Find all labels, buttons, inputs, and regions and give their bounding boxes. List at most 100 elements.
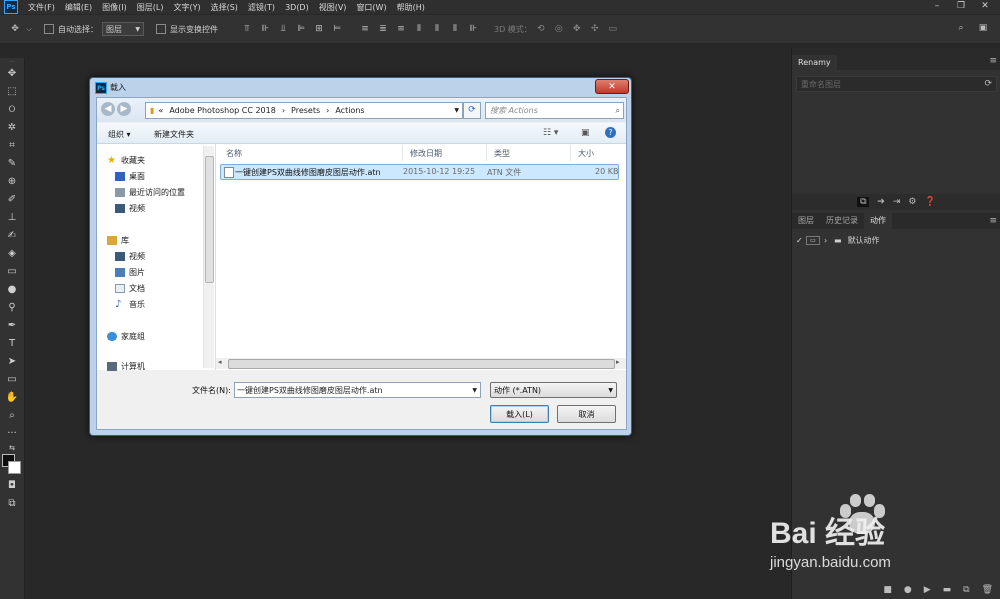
search-icon[interactable]: ⌕ <box>954 23 968 33</box>
breadcrumb-photoshop[interactable]: Adobe Photoshop CC 2018 <box>169 106 276 115</box>
column-size[interactable]: 大小 <box>574 145 618 161</box>
tab-actions[interactable]: 动作 <box>864 212 892 229</box>
nav-lib-videos[interactable]: 视频 <box>115 249 145 263</box>
rename-layer-field[interactable]: 重命名图层 ⟳ <box>796 76 997 92</box>
nav-music[interactable]: ♪ 音乐 <box>115 297 145 311</box>
distribute-top-icon[interactable]: ≡ <box>356 24 374 34</box>
forward-icon[interactable]: ▶ <box>117 102 131 116</box>
toggle-check-icon[interactable]: ✓ <box>796 236 806 245</box>
tab-layers[interactable]: 图层 <box>792 212 820 229</box>
3d-roll-icon[interactable]: ◎ <box>550 24 568 34</box>
history-brush-tool-icon[interactable]: ✍ <box>0 226 24 244</box>
search-icon[interactable]: ⌕ <box>616 106 620 116</box>
chevron-down-icon[interactable]: ⌵ <box>24 25 34 34</box>
nav-computer[interactable]: 计算机 <box>107 359 145 373</box>
column-date[interactable]: 修改日期 <box>406 145 487 161</box>
nav-scrollbar[interactable] <box>203 146 214 368</box>
file-list-hscroll-thumb[interactable] <box>228 359 615 369</box>
background-color-swatch[interactable] <box>8 461 21 474</box>
auto-select-checkbox[interactable] <box>44 24 54 34</box>
breadcrumb-overflow[interactable]: « <box>158 106 163 115</box>
panel-menu-icon[interactable]: ≡ <box>989 216 997 226</box>
transform-controls-checkbox[interactable] <box>156 24 166 34</box>
swap-colors-icon[interactable]: ⇆ <box>0 442 24 454</box>
menu-3d[interactable]: 3D(D) <box>285 3 309 12</box>
rename-apply-icon[interactable]: ⟳ <box>984 79 992 89</box>
clone-stamp-tool-icon[interactable]: ⊥ <box>0 208 24 226</box>
pen-tool-icon[interactable]: ✒ <box>0 316 24 334</box>
nav-desktop[interactable]: 桌面 <box>115 169 145 183</box>
filename-input[interactable]: 一键创建PS双曲线修图磨皮图层动作.atn ▼ <box>234 382 481 398</box>
new-action-icon[interactable]: ⧉ <box>963 585 969 595</box>
record-icon[interactable]: ● <box>904 585 912 595</box>
distribute-vcenter-icon[interactable]: ≣ <box>374 24 392 34</box>
settings-gear-icon[interactable]: ⚙ <box>908 197 916 207</box>
column-name[interactable]: 名称 <box>222 145 403 161</box>
dodge-tool-icon[interactable]: ⚲ <box>0 298 24 316</box>
column-type[interactable]: 类型 <box>490 145 571 161</box>
color-swatches[interactable] <box>0 454 24 476</box>
magic-wand-tool-icon[interactable]: ✲ <box>0 118 24 136</box>
3d-slide-icon[interactable]: ✣ <box>586 24 604 34</box>
play-icon[interactable]: ▶ <box>924 585 931 595</box>
nav-libraries[interactable]: 库 <box>107 233 129 247</box>
menu-select[interactable]: 选择(S) <box>211 2 238 13</box>
3d-pan-icon[interactable]: ✥ <box>568 24 586 34</box>
cancel-button[interactable]: 取消 <box>557 405 616 423</box>
auto-align-icon[interactable]: ⊪ <box>464 24 482 34</box>
file-list-hscrollbar[interactable]: ◂ ▸ <box>216 358 626 369</box>
refresh-icon[interactable]: ⟳ <box>463 102 481 119</box>
nav-homegroup[interactable]: 家庭组 <box>107 329 145 343</box>
align-left-icon[interactable]: ⊫ <box>292 24 310 34</box>
align-right-icon[interactable]: ⊨ <box>328 24 346 34</box>
menu-file[interactable]: 文件(F) <box>28 2 55 13</box>
menu-window[interactable]: 窗口(W) <box>356 2 386 13</box>
more-tools-icon[interactable]: ··· <box>0 424 24 442</box>
align-bottom-icon[interactable]: ⫫ <box>274 24 292 34</box>
type-tool-icon[interactable]: T <box>0 334 24 352</box>
distribute-left-icon[interactable]: ⦀ <box>410 24 428 34</box>
load-button[interactable]: 载入(L) <box>490 405 549 423</box>
screen-mode-icon[interactable]: ⧉ <box>0 494 24 512</box>
preview-pane-icon[interactable]: ▣ <box>581 128 590 138</box>
breadcrumb-actions[interactable]: Actions <box>335 106 364 115</box>
help-icon[interactable]: ? <box>605 127 616 138</box>
distribute-hcenter-icon[interactable]: ⦀ <box>428 24 446 34</box>
lasso-tool-icon[interactable]: ଠ <box>0 100 24 118</box>
tab-history[interactable]: 历史记录 <box>820 212 864 229</box>
view-options-icon[interactable]: ☷ ▾ <box>543 128 558 138</box>
menu-filter[interactable]: 滤镜(T) <box>248 2 275 13</box>
panel-menu-icon[interactable]: ≡ <box>989 56 997 66</box>
tab-renamy[interactable]: Renamy <box>792 55 837 70</box>
zoom-tool-icon[interactable]: ⌕ <box>0 406 24 424</box>
address-bar[interactable]: ▮ « Adobe Photoshop CC 2018 › Presets › … <box>145 102 463 119</box>
menu-view[interactable]: 视图(V) <box>319 2 347 13</box>
minimize-icon[interactable]: – <box>928 0 946 14</box>
blur-tool-icon[interactable]: ● <box>0 280 24 298</box>
action-set-row[interactable]: ✓ ▭ › ▬ 默认动作 <box>792 233 1000 248</box>
back-icon[interactable]: ◀ <box>101 102 115 116</box>
shape-tool-icon[interactable]: ▭ <box>0 370 24 388</box>
breadcrumb-presets[interactable]: Presets <box>291 106 320 115</box>
nav-recent[interactable]: 最近访问的位置 <box>115 185 185 199</box>
menu-type[interactable]: 文字(Y) <box>173 2 200 13</box>
3d-orbit-icon[interactable]: ⟲ <box>532 24 550 34</box>
close-icon[interactable]: ✕ <box>595 79 629 94</box>
hand-tool-icon[interactable]: ✋ <box>0 388 24 406</box>
delete-icon[interactable]: 🗑 <box>982 585 993 595</box>
chevron-down-icon[interactable]: ▼ <box>454 107 459 114</box>
quick-mask-icon[interactable]: ◘ <box>0 476 24 494</box>
menu-image[interactable]: 图像(I) <box>102 2 127 13</box>
auto-select-dropdown[interactable]: 图层 ▼ <box>102 22 144 36</box>
workspace-icon[interactable]: ▣ <box>976 23 990 33</box>
move-tool-icon[interactable]: ✥ <box>6 24 24 34</box>
align-vcenter-icon[interactable]: ⊪ <box>256 24 274 34</box>
dialog-toggle-icon[interactable]: ▭ <box>806 236 820 245</box>
organize-button[interactable]: 组织 ▾ <box>108 129 131 140</box>
arrow-right-icon[interactable]: ➔ <box>877 197 885 207</box>
nav-scrollbar-thumb[interactable] <box>205 156 214 283</box>
nav-documents[interactable]: 文档 <box>115 281 145 295</box>
copy-icon[interactable]: ⧉ <box>857 197 870 207</box>
scroll-left-icon[interactable]: ◂ <box>218 358 222 366</box>
eraser-tool-icon[interactable]: ◈ <box>0 244 24 262</box>
